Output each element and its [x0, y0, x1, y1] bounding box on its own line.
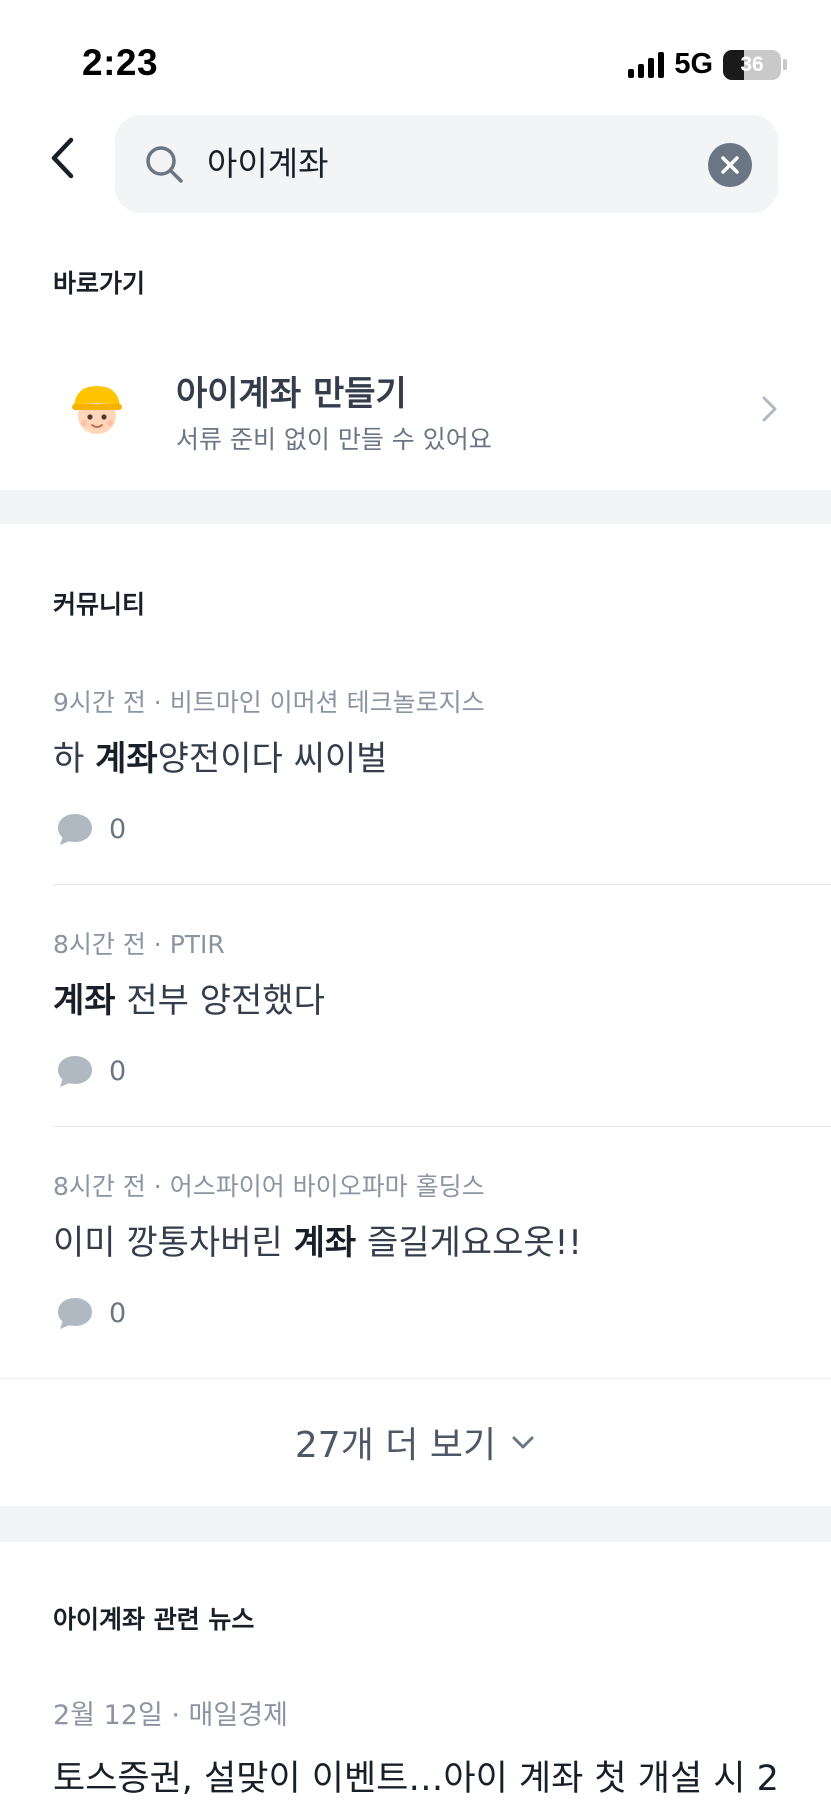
chevron-down-icon — [512, 1436, 534, 1448]
search-bar[interactable]: 아이계좌 — [115, 115, 778, 213]
chevron-right-icon — [762, 396, 777, 422]
section-divider — [0, 490, 831, 524]
post-title: 이미 깡통차버린 계좌 즐길게요오옷!! — [53, 1223, 582, 1263]
community-section-title: 커뮤니티 — [53, 590, 146, 619]
post-meta: 8시간 전 · 어스파이어 바이오파마 홀딩스 — [53, 1172, 485, 1201]
status-bar: 2:23 5G 36 — [0, 0, 831, 110]
post-comments: 0 — [55, 811, 126, 847]
status-time: 2:23 — [82, 42, 159, 83]
back-button[interactable] — [40, 132, 84, 184]
post-comments: 0 — [55, 1053, 126, 1089]
community-post[interactable]: 8시간 전 · 어스파이어 바이오파마 홀딩스 이미 깡통차버린 계좌 즐길게요… — [0, 1167, 831, 1367]
comment-icon — [58, 814, 92, 845]
close-icon — [721, 156, 739, 174]
post-title: 하 계좌양전이다 씨이벌 — [53, 739, 388, 779]
comment-icon — [58, 1298, 92, 1329]
post-divider — [53, 884, 831, 885]
show-more-label: 27개 더 보기 — [294, 1424, 497, 1466]
chevron-left-icon — [51, 137, 74, 179]
signal-icon — [628, 51, 665, 78]
section-divider — [0, 1506, 831, 1542]
comment-icon — [58, 1056, 92, 1087]
comment-count: 0 — [109, 813, 127, 845]
network-type: 5G — [674, 48, 713, 80]
community-post[interactable]: 8시간 전 · PTIR 계좌 전부 양전했다 0 — [0, 925, 831, 1125]
battery-tip — [783, 59, 787, 70]
shortcut-create-child-account[interactable]: 아이계좌 만들기 서류 준비 없이 만들 수 있어요 — [0, 320, 831, 490]
post-title: 계좌 전부 양전했다 — [53, 981, 325, 1021]
post-comments: 0 — [55, 1295, 126, 1331]
status-indicators: 5G 36 — [628, 48, 787, 81]
post-divider — [53, 1126, 831, 1127]
child-avatar-icon — [72, 386, 122, 434]
battery-percent: 36 — [740, 52, 764, 76]
post-meta: 8시간 전 · PTIR — [53, 930, 225, 959]
comment-count: 0 — [109, 1297, 127, 1329]
news-title: 토스증권, 설맞이 이벤트…아이 계좌 첫 개설 시 2 — [53, 1759, 779, 1799]
shortcuts-section-title: 바로가기 — [53, 269, 146, 298]
shortcut-title: 아이계좌 만들기 — [176, 374, 407, 414]
news-section-title: 아이계좌 관련 뉴스 — [53, 1605, 255, 1634]
search-input[interactable]: 아이계좌 — [207, 115, 328, 213]
community-post[interactable]: 9시간 전 · 비트마인 이머션 테크놀로지스 하 계좌양전이다 씨이벌 0 — [0, 683, 831, 883]
post-meta: 9시간 전 · 비트마인 이머션 테크놀로지스 — [53, 688, 485, 717]
clear-search-button[interactable] — [708, 143, 752, 187]
comment-count: 0 — [109, 1055, 127, 1087]
show-more-button[interactable]: 27개 더 보기 — [0, 1378, 831, 1504]
news-meta: 2월 12일 · 매일경제 — [53, 1700, 288, 1731]
battery-icon: 36 — [723, 49, 781, 80]
search-icon — [146, 146, 183, 183]
shortcut-subtitle: 서류 준비 없이 만들 수 있어요 — [176, 425, 492, 454]
